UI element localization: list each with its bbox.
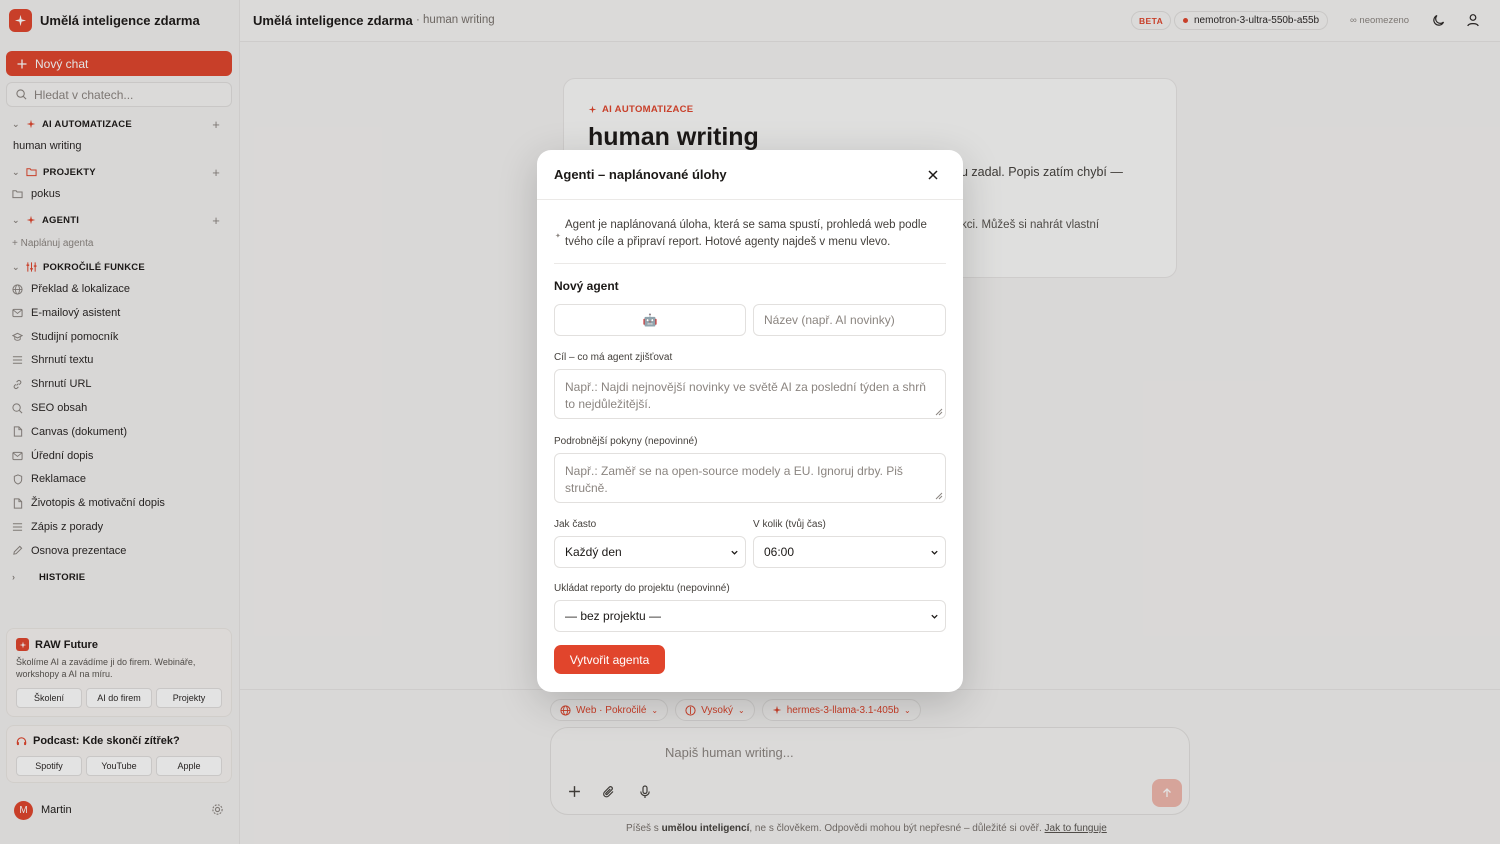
details-placeholder: Např.: Zaměř se na open-source modely a … xyxy=(565,464,903,495)
time-label: V kolik (tvůj čas) xyxy=(753,519,826,530)
project-label: Ukládat reporty do projektu (nepovinné) xyxy=(554,583,730,594)
agents-modal: Agenti – naplánované úlohy ✦ Agent je na… xyxy=(537,150,963,692)
modal-divider xyxy=(554,263,946,264)
emoji-picker[interactable]: 🤖 xyxy=(554,304,746,336)
modal-header: Agenti – naplánované úlohy xyxy=(537,150,963,200)
project-value: — bez projektu — xyxy=(565,609,662,623)
agent-name-placeholder: Název (např. AI novinky) xyxy=(764,313,895,327)
time-select[interactable]: 06:00 xyxy=(753,536,946,568)
chevron-down-icon xyxy=(930,612,939,621)
create-agent-button[interactable]: Vytvořit agenta xyxy=(554,645,665,674)
frequency-select[interactable]: Každý den xyxy=(554,536,746,568)
modal-info-text: Agent je naplánovaná úloha, která se sam… xyxy=(565,219,927,248)
agent-name-input[interactable]: Název (např. AI novinky) xyxy=(753,304,946,336)
chevron-down-icon xyxy=(730,548,739,557)
frequency-label: Jak často xyxy=(554,519,597,530)
goal-textarea[interactable]: Např.: Najdi nejnovější novinky ve světě… xyxy=(554,369,946,419)
new-agent-heading: Nový agent xyxy=(554,279,619,293)
details-label: Podrobnější pokyny (nepovinné) xyxy=(554,436,698,447)
sparkle-icon: ✦ xyxy=(555,233,561,240)
resize-grip-icon[interactable] xyxy=(935,408,943,416)
modal-info: ✦ Agent je naplánovaná úloha, která se s… xyxy=(554,217,946,250)
frequency-value: Každý den xyxy=(565,545,622,559)
goal-placeholder: Např.: Najdi nejnovější novinky ve světě… xyxy=(565,380,926,411)
time-value: 06:00 xyxy=(764,545,795,559)
modal-title: Agenti – naplánované úlohy xyxy=(554,167,727,182)
project-select[interactable]: — bez projektu — xyxy=(554,600,946,632)
robot-icon: 🤖 xyxy=(642,313,658,327)
chevron-down-icon xyxy=(930,548,939,557)
goal-label: Cíl – co má agent zjišťovat xyxy=(554,352,673,363)
details-textarea[interactable]: Např.: Zaměř se na open-source modely a … xyxy=(554,453,946,503)
close-icon[interactable] xyxy=(925,167,941,183)
resize-grip-icon[interactable] xyxy=(935,492,943,500)
